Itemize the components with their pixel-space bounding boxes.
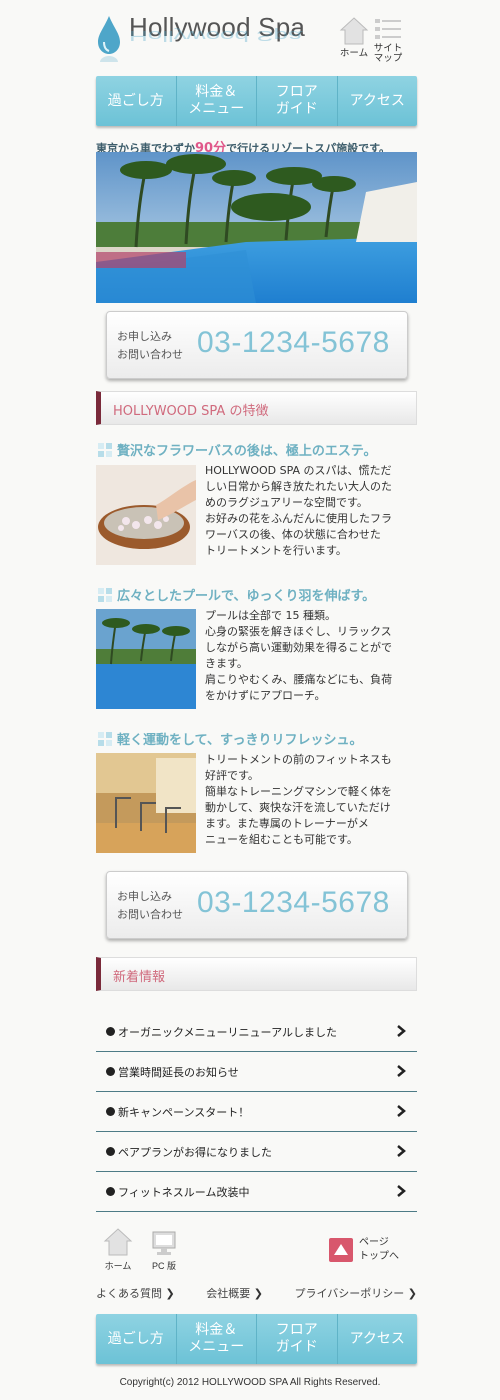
bullet-icon xyxy=(106,1107,115,1116)
feature-image-flower-bath xyxy=(96,465,196,565)
home-label: ホーム xyxy=(339,48,369,59)
pc-version-label: PC 版 xyxy=(151,1261,176,1271)
feature-image-pool xyxy=(96,609,196,709)
home-icon xyxy=(103,1228,133,1256)
feature-image-fitness xyxy=(96,753,196,853)
feature-title-1: 贅沢なフラワーバスの後は、極上のエステ。 xyxy=(98,440,376,459)
main-nav-top: 過ごし方 料金＆ メニュー フロア ガイド アクセス xyxy=(96,76,417,126)
chevron-right-icon xyxy=(397,1145,406,1157)
feature-title-2: 広々としたプールで、ゆっくり羽を伸ばす。 xyxy=(98,585,375,604)
news-list: オーガニックメニューリニューアルしました 営業時間延長のお知らせ 新キャンペーン… xyxy=(96,1012,417,1212)
logo-reflection: Hollywood Spa xyxy=(129,27,303,45)
footer-link-company[interactable]: 会社概要 ❯ xyxy=(206,1285,263,1301)
nav-item-floor-guide[interactable]: フロア ガイド xyxy=(257,76,338,126)
square-grid-icon xyxy=(98,443,112,457)
nav-item-price-menu[interactable]: 料金＆ メニュー xyxy=(177,1314,257,1364)
header-sitemap-button[interactable]: サイト マップ xyxy=(366,16,410,64)
monitor-icon xyxy=(152,1231,176,1255)
feature-text-3: トリートメントの前のフィットネスも 好評です。 簡単なトレーニングマシンで軽く体を動… xyxy=(205,753,392,846)
page-top-button[interactable]: ページ トップへ xyxy=(329,1236,419,1270)
contact-label: お申し込み お問い合わせ xyxy=(117,890,183,921)
feature-title-3: 軽く運動をして、すっきりリフレッシュ。 xyxy=(98,729,362,748)
phone-number[interactable]: 03-1234-5678 xyxy=(197,326,390,360)
news-section-header: 新着情報 xyxy=(96,957,417,991)
footer-home-button[interactable]: ホーム xyxy=(103,1227,133,1272)
news-item[interactable]: 営業時間延長のお知らせ xyxy=(96,1052,417,1092)
footer-links: よくある質問 ❯ 会社概要 ❯ プライバシーポリシー ❯ xyxy=(96,1285,417,1301)
feature-text-1: HOLLYWOOD SPA のスパは、慌ただ しい日常から解き放たれたい大人のため… xyxy=(205,464,392,557)
nav-item-access[interactable]: アクセス xyxy=(338,1314,418,1364)
sitemap-label-2: マップ xyxy=(373,53,403,64)
bullet-icon xyxy=(106,1067,115,1076)
footer-link-faq[interactable]: よくある質問 ❯ xyxy=(96,1285,175,1301)
square-grid-icon xyxy=(98,588,112,602)
square-grid-icon xyxy=(98,732,112,746)
features-section-header: HOLLYWOOD SPA の特徴 xyxy=(96,391,417,425)
hero-pool-image xyxy=(96,152,417,303)
nav-item-sugoshikata[interactable]: 過ごし方 xyxy=(96,76,177,126)
water-drop-logo-icon xyxy=(98,16,120,62)
copyright: Copyright(c) 2012 HOLLYWOOD SPA All Righ… xyxy=(119,1377,381,1388)
chevron-right-icon xyxy=(397,1065,406,1077)
news-item[interactable]: ペアプランがお得になりました xyxy=(96,1132,417,1172)
news-item[interactable]: フィットネスルーム改装中 xyxy=(96,1172,417,1212)
contact-label: お申し込み お問い合わせ xyxy=(117,330,183,361)
chevron-right-icon xyxy=(397,1185,406,1197)
chevron-right-icon xyxy=(397,1025,406,1037)
nav-item-floor-guide[interactable]: フロア ガイド xyxy=(257,1314,338,1364)
nav-item-sugoshikata[interactable]: 過ごし方 xyxy=(96,1314,177,1364)
list-icon xyxy=(375,19,401,39)
contact-box-bottom[interactable]: お申し込み お問い合わせ 03-1234-5678 xyxy=(106,871,408,939)
news-item[interactable]: オーガニックメニューリニューアルしました xyxy=(96,1012,417,1052)
pc-version-button[interactable]: PC 版 xyxy=(148,1229,180,1272)
feature-text-2: プールは全部で 15 種類。 心身の緊張を解きほぐし、リラックス しながら高い運動効… xyxy=(205,609,393,702)
page-top-label: ページ トップへ xyxy=(359,1237,399,1262)
phone-number[interactable]: 03-1234-5678 xyxy=(197,886,390,920)
nav-item-access[interactable]: アクセス xyxy=(338,76,418,126)
features-heading: HOLLYWOOD SPA の特徴 xyxy=(113,404,269,419)
nav-item-price-menu[interactable]: 料金＆ メニュー xyxy=(177,76,257,126)
news-item[interactable]: 新キャンペーンスタート！ xyxy=(96,1092,417,1132)
bullet-icon xyxy=(106,1147,115,1156)
bullet-icon xyxy=(106,1027,115,1036)
main-nav-bottom: 過ごし方 料金＆ メニュー フロア ガイド アクセス xyxy=(96,1314,417,1364)
home-icon xyxy=(339,17,369,45)
bullet-icon xyxy=(106,1187,115,1196)
footer-home-label: ホーム xyxy=(104,1261,132,1271)
chevron-right-icon xyxy=(397,1105,406,1117)
arrow-up-icon xyxy=(329,1238,353,1262)
contact-box-top[interactable]: お申し込み お問い合わせ 03-1234-5678 xyxy=(106,311,408,379)
footer-link-privacy[interactable]: プライバシーポリシー ❯ xyxy=(295,1285,418,1301)
news-heading: 新着情報 xyxy=(113,970,166,985)
site-header: Hollywood Spa Hollywood Spa ホーム サイト マップ xyxy=(96,10,417,72)
